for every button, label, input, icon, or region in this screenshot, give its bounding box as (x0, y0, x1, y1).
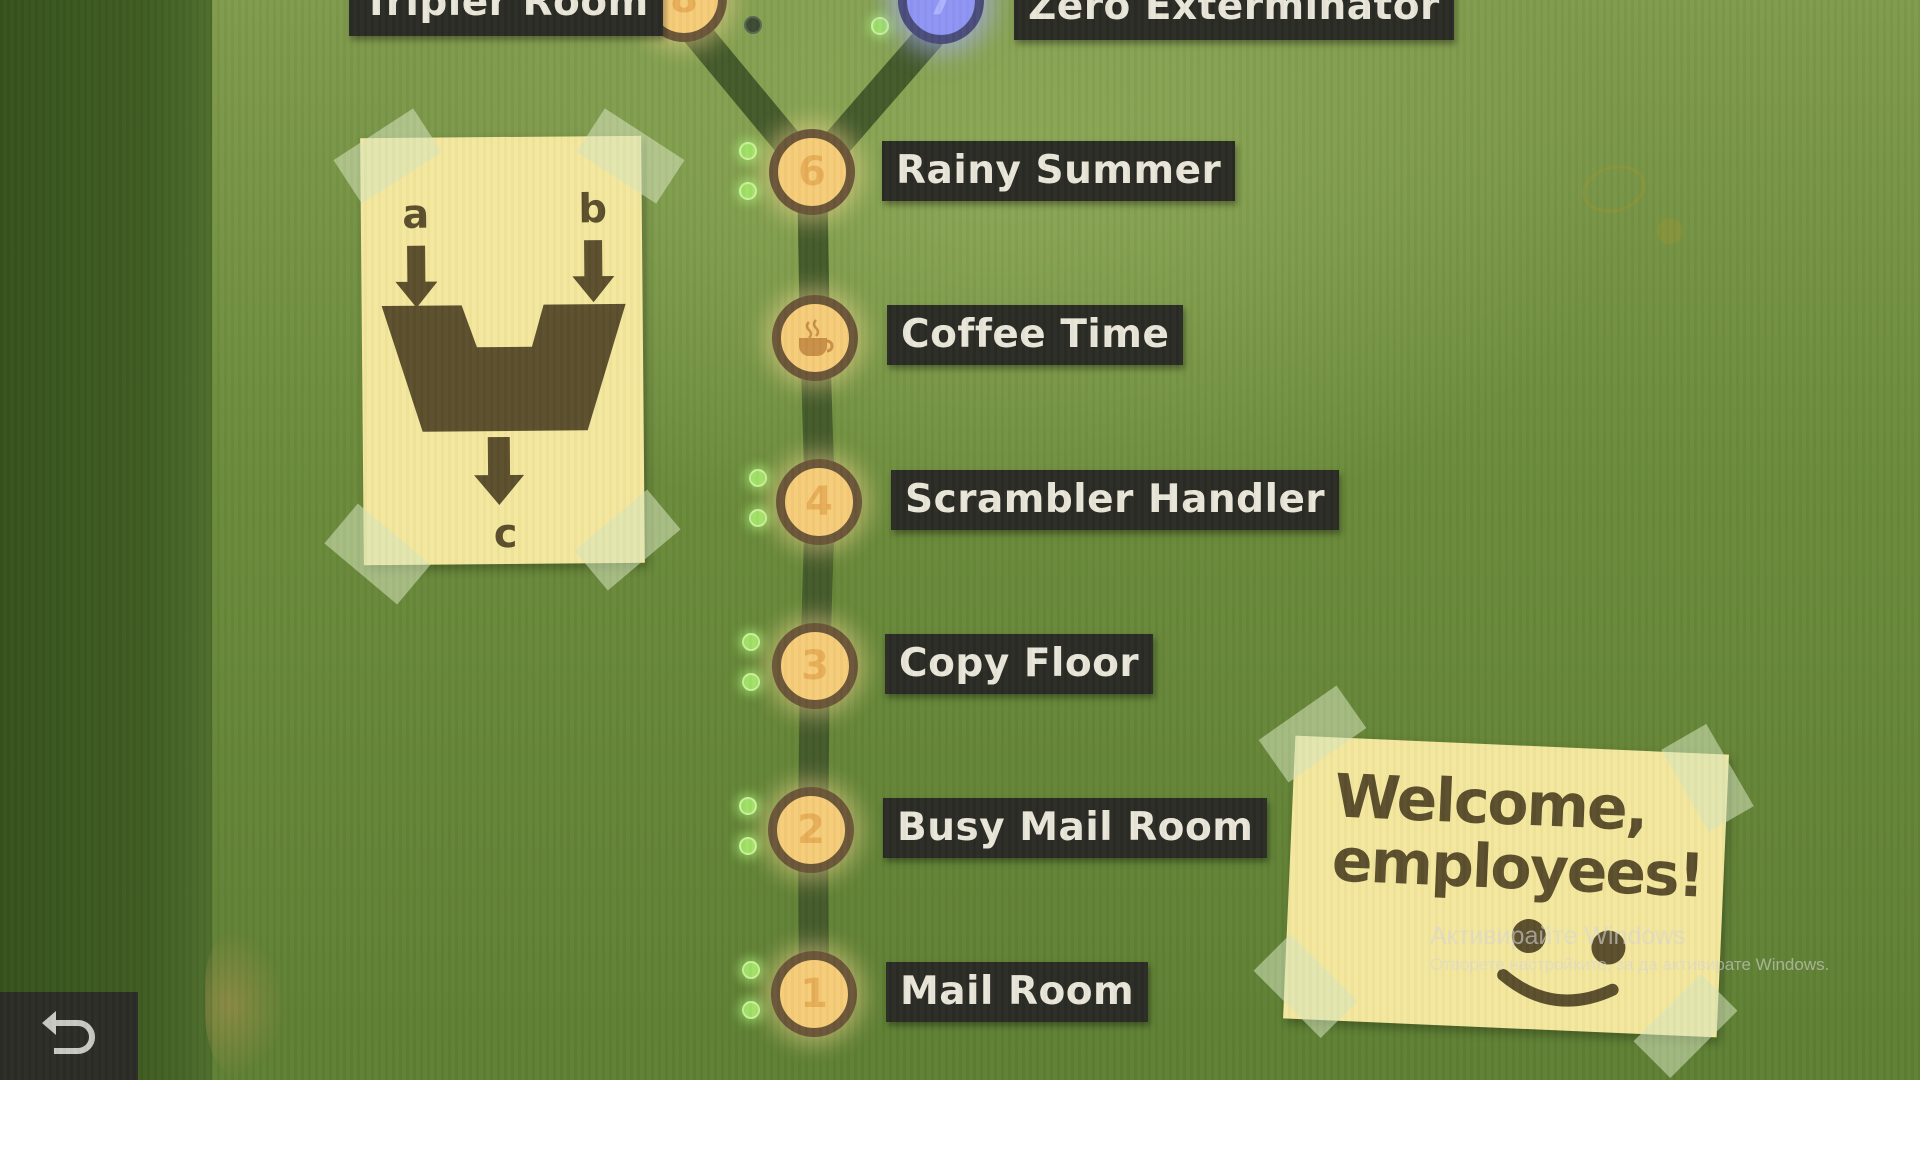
star-dot-empty (744, 16, 762, 34)
level-select-board: 8 Tripler Room 7 Zero Exterminator 6 Rai… (0, 0, 1920, 1080)
down-arrow-b-icon (572, 240, 615, 303)
level-label-7[interactable]: Zero Exterminator (1014, 0, 1454, 40)
star-dot (739, 797, 757, 815)
output-c-label: c (494, 511, 518, 557)
machine-shape (381, 303, 626, 432)
level-label-1[interactable]: Mail Room (886, 962, 1149, 1022)
back-button[interactable] (0, 992, 138, 1080)
windows-activation-watermark: Активирайте Windows Отворете настройките… (1430, 922, 1829, 975)
star-dot (742, 1001, 760, 1019)
back-arrow-icon (42, 1011, 95, 1054)
star-dot (742, 961, 760, 979)
star-dot (742, 633, 760, 651)
level-node-coffee[interactable] (772, 295, 858, 381)
watermark-subtitle: Отворете настройките, за да активирате W… (1430, 955, 1830, 974)
welcome-note: Welcome, employees! (1283, 735, 1729, 1038)
level-node-2[interactable]: 2 (768, 787, 854, 873)
diagram-note: a b c (360, 135, 645, 566)
coffee-cup-icon (799, 319, 834, 356)
star-dot (871, 17, 889, 35)
level-label-4[interactable]: Scrambler Handler (891, 470, 1340, 530)
input-a-label: a (402, 192, 429, 238)
star-dot (739, 182, 757, 200)
star-dot (749, 469, 767, 487)
level-node-3[interactable]: 3 (772, 623, 858, 709)
level-node-4[interactable]: 4 (776, 459, 862, 545)
level-node-6[interactable]: 6 (769, 129, 855, 215)
level-label-8[interactable]: Tripler Room (349, 0, 663, 36)
star-dot (739, 142, 757, 160)
level-label-3[interactable]: Copy Floor (885, 634, 1154, 694)
level-label-2[interactable]: Busy Mail Room (883, 798, 1268, 858)
watermark-title: Активирайте Windows (1430, 922, 1686, 950)
down-arrow-c-icon (474, 436, 525, 506)
level-label-6[interactable]: Rainy Summer (882, 141, 1236, 201)
star-dot (739, 837, 757, 855)
welcome-subtitle: employees! (1330, 825, 1705, 912)
star-dot (749, 509, 767, 527)
instruction-diagram: a b c (381, 186, 626, 557)
level-node-1[interactable]: 1 (771, 951, 857, 1037)
level-label-coffee[interactable]: Coffee Time (887, 305, 1184, 365)
input-b-label: b (578, 186, 607, 232)
down-arrow-a-icon (395, 245, 438, 308)
star-dot (742, 673, 760, 691)
